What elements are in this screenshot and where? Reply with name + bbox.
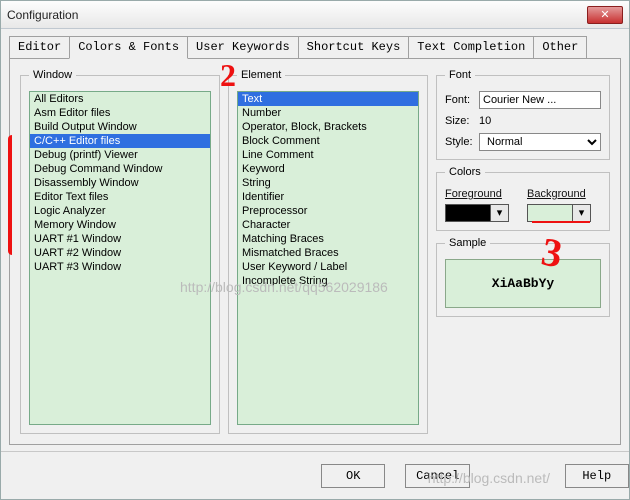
- element-list-item[interactable]: Preprocessor: [238, 204, 418, 218]
- window-list-item[interactable]: UART #1 Window: [30, 232, 210, 246]
- configuration-dialog: Configuration ✕ Editor Colors & Fonts Us…: [0, 0, 630, 500]
- element-list-item[interactable]: User Keyword / Label: [238, 260, 418, 274]
- sample-groupbox-label: Sample: [445, 237, 490, 249]
- element-list-item[interactable]: Line Comment: [238, 148, 418, 162]
- ok-button[interactable]: OK: [321, 464, 385, 488]
- element-list-item[interactable]: Mismatched Braces: [238, 246, 418, 260]
- window-list-item[interactable]: Logic Analyzer: [30, 204, 210, 218]
- font-groupbox: Font Font: Size: 10 Style: Normal: [436, 69, 610, 160]
- font-size-value: 10: [479, 115, 601, 127]
- cancel-button[interactable]: Cancel: [405, 464, 469, 488]
- font-groupbox-label: Font: [445, 69, 475, 81]
- tab-colors-fonts[interactable]: Colors & Fonts: [69, 36, 188, 59]
- font-size-label: Size:: [445, 115, 479, 127]
- element-list-item[interactable]: Matching Braces: [238, 232, 418, 246]
- colors-groupbox-label: Colors: [445, 166, 485, 178]
- element-list-item[interactable]: Incomplete String: [238, 274, 418, 288]
- window-list-item[interactable]: UART #2 Window: [30, 246, 210, 260]
- window-groupbox-label: Window: [29, 69, 76, 81]
- tab-shortcut-keys[interactable]: Shortcut Keys: [298, 36, 410, 59]
- background-swatch: [527, 204, 573, 222]
- window-list-item[interactable]: Disassembly Window: [30, 176, 210, 190]
- element-list-item[interactable]: Text: [238, 92, 418, 106]
- element-groupbox: Element TextNumberOperator, Block, Brack…: [228, 69, 428, 434]
- close-button[interactable]: ✕: [587, 6, 623, 24]
- element-list-item[interactable]: Character: [238, 218, 418, 232]
- element-list-item[interactable]: Keyword: [238, 162, 418, 176]
- element-groupbox-label: Element: [237, 69, 285, 81]
- font-style-select[interactable]: Normal: [479, 133, 601, 151]
- element-list-item[interactable]: Operator, Block, Brackets: [238, 120, 418, 134]
- window-list-item[interactable]: Build Output Window: [30, 120, 210, 134]
- window-listbox[interactable]: All EditorsAsm Editor filesBuild Output …: [29, 91, 211, 425]
- element-list-item[interactable]: Block Comment: [238, 134, 418, 148]
- tab-user-keywords[interactable]: User Keywords: [187, 36, 299, 59]
- font-name-label: Font:: [445, 94, 479, 106]
- sample-text: XiAaBbYy: [445, 259, 601, 308]
- tab-text-completion[interactable]: Text Completion: [408, 36, 534, 59]
- element-list-item[interactable]: Identifier: [238, 190, 418, 204]
- background-label: Background: [527, 188, 601, 200]
- font-name-input[interactable]: [479, 91, 601, 109]
- window-groupbox: Window All EditorsAsm Editor filesBuild …: [20, 69, 220, 434]
- tab-other[interactable]: Other: [533, 36, 587, 59]
- annotation-1-mark: [8, 135, 16, 255]
- sample-groupbox: Sample XiAaBbYy: [436, 237, 610, 317]
- tab-editor[interactable]: Editor: [9, 36, 70, 59]
- window-list-item[interactable]: UART #3 Window: [30, 260, 210, 274]
- foreground-dropdown-button[interactable]: ▾: [491, 204, 509, 222]
- right-column: Font Font: Size: 10 Style: Normal Colors…: [436, 69, 610, 434]
- foreground-label: Foreground: [445, 188, 519, 200]
- element-list-item[interactable]: String: [238, 176, 418, 190]
- window-list-item[interactable]: C/C++ Editor files: [30, 134, 210, 148]
- window-list-item[interactable]: All Editors: [30, 92, 210, 106]
- foreground-swatch: [445, 204, 491, 222]
- element-list-item[interactable]: Number: [238, 106, 418, 120]
- font-style-label: Style:: [445, 136, 479, 148]
- chevron-down-icon: ▾: [497, 207, 503, 219]
- window-list-item[interactable]: Asm Editor files: [30, 106, 210, 120]
- background-dropdown-button[interactable]: ▾: [573, 204, 591, 222]
- chevron-down-icon: ▾: [579, 207, 585, 219]
- window-list-item[interactable]: Debug Command Window: [30, 162, 210, 176]
- colors-groupbox: Colors Foreground ▾ Background ▾: [436, 166, 610, 231]
- tab-strip: Editor Colors & Fonts User Keywords Shor…: [1, 29, 629, 58]
- tab-panel-colors-fonts: 2 3 http://blog.csdn.net/qq562029186 Win…: [9, 58, 621, 445]
- window-title: Configuration: [7, 8, 587, 22]
- window-list-item[interactable]: Debug (printf) Viewer: [30, 148, 210, 162]
- help-button[interactable]: Help: [565, 464, 629, 488]
- dialog-button-row: OK Cancel Help http://blog.csdn.net/: [1, 451, 629, 499]
- window-list-item[interactable]: Memory Window: [30, 218, 210, 232]
- window-list-item[interactable]: Editor Text files: [30, 190, 210, 204]
- close-icon: ✕: [600, 9, 609, 21]
- titlebar: Configuration ✕: [1, 1, 629, 29]
- element-listbox[interactable]: TextNumberOperator, Block, BracketsBlock…: [237, 91, 419, 425]
